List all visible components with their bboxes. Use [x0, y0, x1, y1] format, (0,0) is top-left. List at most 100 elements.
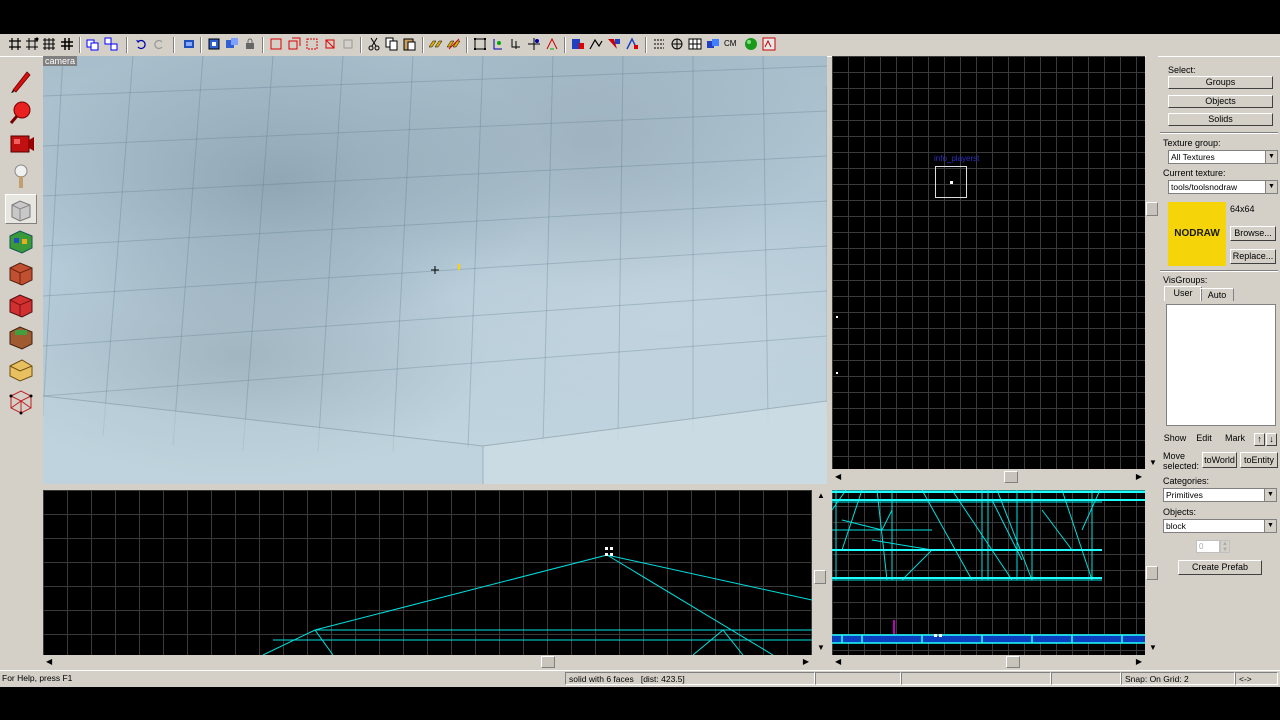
- flip-icon[interactable]: [545, 37, 559, 51]
- vertex-manipulation-tool-icon[interactable]: [5, 386, 37, 416]
- copy-icon[interactable]: [385, 37, 399, 51]
- compile-icon[interactable]: [762, 37, 776, 51]
- categories-label: Categories:: [1163, 476, 1210, 486]
- auto-visgroup-icon[interactable]: [652, 37, 666, 51]
- hide-selected-icon[interactable]: [269, 37, 283, 51]
- visgroup-edit-button[interactable]: Edit: [1192, 433, 1216, 446]
- status-size-cell: [901, 672, 1051, 685]
- paste-icon[interactable]: [403, 37, 417, 51]
- tab-auto[interactable]: Auto: [1200, 288, 1234, 301]
- status-arrows: <->: [1235, 672, 1278, 685]
- arrow-up-icon[interactable]: ↑: [1254, 433, 1265, 446]
- top-view-vertical-scrollbar[interactable]: ▼: [1146, 56, 1158, 469]
- side-2d-viewport[interactable]: [43, 490, 812, 655]
- decal-tool-icon[interactable]: [5, 290, 37, 320]
- texture-lock-icon[interactable]: [243, 37, 257, 51]
- tab-user[interactable]: User: [1164, 286, 1202, 301]
- grid-toggle-icon[interactable]: [8, 37, 22, 51]
- faces-stepper-spin[interactable]: ▲ ▼: [1220, 540, 1230, 553]
- larger-grid-icon[interactable]: [60, 37, 74, 51]
- selection-box-icon[interactable]: [473, 37, 487, 51]
- chevron-down-icon: ▼: [1264, 520, 1276, 532]
- entity-tool-icon[interactable]: [5, 162, 37, 192]
- grid-snap-icon[interactable]: [527, 37, 541, 51]
- model-mode-icon[interactable]: [509, 37, 523, 51]
- displacement-icon[interactable]: [688, 37, 702, 51]
- side-view-vertical-scrollbar[interactable]: ▲ ▼: [814, 490, 826, 655]
- tool-palette: [2, 62, 40, 460]
- block-tool-icon[interactable]: [5, 194, 37, 224]
- arrow-down-icon[interactable]: ↓: [1266, 433, 1277, 446]
- show-hidden-icon[interactable]: [305, 37, 319, 51]
- merge-icon[interactable]: [225, 37, 239, 51]
- ungroup-icon[interactable]: [104, 37, 118, 51]
- overlay-tool-icon[interactable]: [5, 322, 37, 352]
- camera-viewport[interactable]: camera: [43, 56, 827, 484]
- cut-icon[interactable]: [367, 37, 381, 51]
- smaller-grid-icon[interactable]: [42, 37, 56, 51]
- selection-tool-icon[interactable]: [5, 66, 37, 96]
- texture-application-tool-icon[interactable]: [5, 226, 37, 256]
- unhide-icon[interactable]: [341, 37, 355, 51]
- visgroup-mark-button[interactable]: Mark: [1222, 433, 1248, 446]
- group-icon[interactable]: [86, 37, 100, 51]
- top-view-horizontal-scrollbar[interactable]: ◀ ▶: [832, 471, 1145, 483]
- chevron-down-icon: ▼: [1265, 181, 1277, 193]
- redo-icon[interactable]: [152, 37, 166, 51]
- status-zoom-cell: [1051, 672, 1121, 685]
- camera-tool-icon[interactable]: [5, 130, 37, 160]
- run-map-icon[interactable]: [744, 37, 758, 51]
- toggle-texture-lock-icon[interactable]: [429, 37, 443, 51]
- visgroup-show-button[interactable]: Show: [1162, 433, 1188, 446]
- check-problems-icon[interactable]: [607, 37, 621, 51]
- texture-size-label: 64x64: [1230, 204, 1255, 214]
- to-entity-button[interactable]: toEntity: [1240, 452, 1278, 468]
- status-bar: For Help, press F1 solid with 6 faces [d…: [0, 670, 1280, 687]
- status-snap: Snap: On Grid: 2: [1121, 672, 1235, 685]
- front-view-vertical-scrollbar[interactable]: ▼: [1146, 490, 1158, 655]
- radius-culling-icon[interactable]: [670, 37, 684, 51]
- camera-view-label: camera: [43, 56, 78, 66]
- visgroups-label: VisGroups:: [1163, 275, 1208, 285]
- cm-icon[interactable]: CM: [724, 37, 738, 51]
- side-view-horizontal-scrollbar[interactable]: ◀ ▶: [43, 656, 812, 668]
- categories-select[interactable]: Primitives ▼: [1163, 488, 1277, 502]
- magnify-tool-icon[interactable]: [5, 98, 37, 128]
- main-toolbar: CM: [0, 34, 1280, 57]
- texture-scaling-lock-icon[interactable]: [447, 37, 461, 51]
- object-properties-panel: Select: Groups Objects Solids Texture gr…: [1158, 56, 1280, 686]
- select-solids-button[interactable]: Solids: [1168, 113, 1273, 126]
- front-view-horizontal-scrollbar[interactable]: ◀ ▶: [832, 656, 1145, 668]
- clipping-tool-icon[interactable]: [5, 354, 37, 384]
- front-view-wireframe: [832, 490, 1145, 644]
- apply-current-texture-icon[interactable]: [5, 258, 37, 288]
- to-world-button[interactable]: toWorld: [1202, 452, 1237, 468]
- undo-icon[interactable]: [134, 37, 148, 51]
- toggle-helpers-icon[interactable]: [491, 37, 505, 51]
- select-groups-button[interactable]: Groups: [1168, 76, 1273, 89]
- cubemap-icon[interactable]: [706, 37, 720, 51]
- player-start-entity-box[interactable]: [935, 166, 967, 198]
- top-2d-viewport[interactable]: info_playerst: [832, 56, 1145, 469]
- visgroups-list[interactable]: [1166, 304, 1276, 426]
- quick-hide-icon[interactable]: [323, 37, 337, 51]
- entity-name-label: info_playerst: [934, 154, 980, 163]
- status-selection-info: solid with 6 faces [dist: 423.5]: [565, 672, 815, 685]
- current-texture-select[interactable]: tools/toolsnodraw ▼: [1168, 180, 1278, 194]
- select-objects-button[interactable]: Objects: [1168, 95, 1273, 108]
- map-info-icon[interactable]: [625, 37, 639, 51]
- hide-unselected-icon[interactable]: [287, 37, 301, 51]
- texture-preview[interactable]: NODRAW: [1168, 202, 1226, 266]
- front-2d-viewport[interactable]: [832, 490, 1145, 655]
- carve-icon[interactable]: [182, 37, 196, 51]
- texture-group-select[interactable]: All Textures ▼: [1168, 150, 1278, 164]
- faces-stepper-input[interactable]: 0: [1196, 540, 1220, 553]
- browse-button[interactable]: Browse...: [1230, 226, 1276, 241]
- create-prefab-button[interactable]: Create Prefab: [1178, 560, 1262, 575]
- vertex-icon[interactable]: [207, 37, 221, 51]
- replace-button[interactable]: Replace...: [1230, 249, 1276, 264]
- grid-dots-icon[interactable]: [25, 37, 39, 51]
- objects-select[interactable]: block ▼: [1163, 519, 1277, 533]
- path-tool-icon[interactable]: [589, 37, 603, 51]
- entity-report-icon[interactable]: [571, 37, 585, 51]
